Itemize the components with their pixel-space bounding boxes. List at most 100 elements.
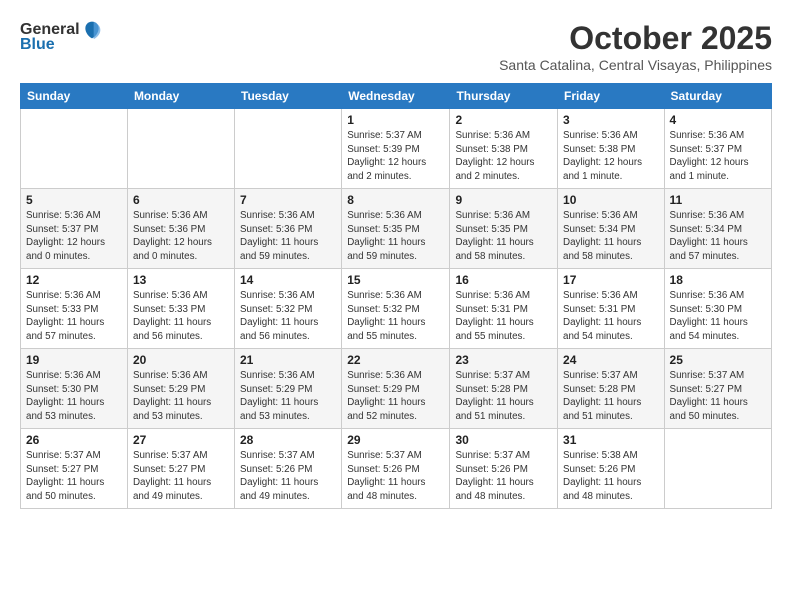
day-info: Sunrise: 5:36 AM Sunset: 5:37 PM Dayligh… — [26, 209, 122, 264]
day-info: Sunrise: 5:36 AM Sunset: 5:29 PM Dayligh… — [133, 369, 229, 424]
calendar-cell — [21, 109, 128, 189]
day-info: Sunrise: 5:36 AM Sunset: 5:36 PM Dayligh… — [133, 209, 229, 264]
calendar-cell: 24Sunrise: 5:37 AM Sunset: 5:28 PM Dayli… — [558, 349, 665, 429]
header: General Blue October 2025 Santa Catalina… — [20, 20, 772, 73]
calendar-cell — [664, 429, 771, 509]
day-number: 27 — [133, 433, 229, 447]
weekday-header-sunday: Sunday — [21, 84, 128, 109]
day-info: Sunrise: 5:36 AM Sunset: 5:38 PM Dayligh… — [455, 129, 552, 184]
day-number: 30 — [455, 433, 552, 447]
day-info: Sunrise: 5:36 AM Sunset: 5:34 PM Dayligh… — [563, 209, 659, 264]
calendar-cell: 13 Sunrise: 5:36 AM Sunset: 5:33 PM Dayli… — [127, 269, 234, 349]
day-info: Sunrise: 5:36 AM Sunset: 5:33 PM Dayligh… — [133, 289, 229, 344]
day-info: Sunrise: 5:37 AM Sunset: 5:27 PM Dayligh… — [133, 449, 229, 504]
day-number: 18 — [670, 273, 766, 287]
day-number: 2 — [455, 113, 552, 127]
calendar-cell: 14 Sunrise: 5:36 AM Sunset: 5:32 PM Dayli… — [235, 269, 342, 349]
day-number: 31 — [563, 433, 659, 447]
location-subtitle: Santa Catalina, Central Visayas, Philipp… — [499, 57, 772, 73]
day-info: Sunrise: 5:36 AM Sunset: 5:35 PM Dayligh… — [455, 209, 552, 264]
day-info: Sunrise: 5:36 AM Sunset: 5:32 PM Dayligh… — [347, 289, 444, 344]
calendar-cell: 19Sunrise: 5:36 AM Sunset: 5:30 PM Dayli… — [21, 349, 128, 429]
day-number: 12 — [26, 273, 122, 287]
day-info: Sunrise: 5:36 AM Sunset: 5:29 PM Dayligh… — [347, 369, 444, 424]
weekday-header-wednesday: Wednesday — [342, 84, 450, 109]
weekday-header-monday: Monday — [127, 84, 234, 109]
day-number: 6 — [133, 193, 229, 207]
day-info: Sunrise: 5:36 AM Sunset: 5:34 PM Dayligh… — [670, 209, 766, 264]
calendar-cell: 2 Sunrise: 5:36 AM Sunset: 5:38 PM Daylig… — [450, 109, 558, 189]
calendar-week-row: 26 Sunrise: 5:37 AM Sunset: 5:27 PM Dayli… — [21, 429, 772, 509]
day-info: Sunrise: 5:37 AM Sunset: 5:39 PM Dayligh… — [347, 129, 444, 184]
day-info: Sunrise: 5:36 AM Sunset: 5:36 PM Dayligh… — [240, 209, 336, 264]
calendar-cell: 15 Sunrise: 5:36 AM Sunset: 5:32 PM Dayli… — [342, 269, 450, 349]
calendar-cell: 29 Sunrise: 5:37 AM Sunset: 5:26 PM Dayli… — [342, 429, 450, 509]
calendar-week-row: 12 Sunrise: 5:36 AM Sunset: 5:33 PM Dayli… — [21, 269, 772, 349]
calendar-table: SundayMondayTuesdayWednesdayThursdayFrid… — [20, 83, 772, 509]
day-number: 9 — [455, 193, 552, 207]
day-info: Sunrise: 5:36 AM Sunset: 5:38 PM Dayligh… — [563, 129, 659, 184]
day-number: 29 — [347, 433, 444, 447]
day-number: 17 — [563, 273, 659, 287]
day-number: 7 — [240, 193, 336, 207]
day-info: Sunrise: 5:36 AM Sunset: 5:29 PM Dayligh… — [240, 369, 336, 424]
day-number: 19 — [26, 353, 122, 367]
weekday-header-thursday: Thursday — [450, 84, 558, 109]
calendar-cell: 6 Sunrise: 5:36 AM Sunset: 5:36 PM Daylig… — [127, 189, 234, 269]
day-number: 4 — [670, 113, 766, 127]
weekday-header-friday: Friday — [558, 84, 665, 109]
day-number: 13 — [133, 273, 229, 287]
calendar-cell — [235, 109, 342, 189]
day-info: Sunrise: 5:37 AM Sunset: 5:27 PM Dayligh… — [670, 369, 766, 424]
day-number: 25 — [670, 353, 766, 367]
calendar-cell: 8 Sunrise: 5:36 AM Sunset: 5:35 PM Daylig… — [342, 189, 450, 269]
day-number: 10 — [563, 193, 659, 207]
calendar-cell: 25 Sunrise: 5:37 AM Sunset: 5:27 PM Dayli… — [664, 349, 771, 429]
day-number: 20 — [133, 353, 229, 367]
day-number: 11 — [670, 193, 766, 207]
day-info: Sunrise: 5:36 AM Sunset: 5:35 PM Dayligh… — [347, 209, 444, 264]
calendar-cell — [127, 109, 234, 189]
day-info: Sunrise: 5:37 AM Sunset: 5:26 PM Dayligh… — [347, 449, 444, 504]
weekday-header-row: SundayMondayTuesdayWednesdayThursdayFrid… — [21, 84, 772, 109]
calendar-cell: 30 Sunrise: 5:37 AM Sunset: 5:26 PM Dayli… — [450, 429, 558, 509]
day-number: 3 — [563, 113, 659, 127]
calendar-week-row: 1Sunrise: 5:37 AM Sunset: 5:39 PM Daylig… — [21, 109, 772, 189]
calendar-cell: 7 Sunrise: 5:36 AM Sunset: 5:36 PM Daylig… — [235, 189, 342, 269]
day-info: Sunrise: 5:37 AM Sunset: 5:26 PM Dayligh… — [455, 449, 552, 504]
day-info: Sunrise: 5:37 AM Sunset: 5:28 PM Dayligh… — [563, 369, 659, 424]
logo: General Blue — [20, 20, 102, 54]
day-info: Sunrise: 5:36 AM Sunset: 5:32 PM Dayligh… — [240, 289, 336, 344]
day-info: Sunrise: 5:36 AM Sunset: 5:31 PM Dayligh… — [455, 289, 552, 344]
calendar-cell: 23Sunrise: 5:37 AM Sunset: 5:28 PM Dayli… — [450, 349, 558, 429]
calendar-cell: 20 Sunrise: 5:36 AM Sunset: 5:29 PM Dayli… — [127, 349, 234, 429]
calendar-cell: 28Sunrise: 5:37 AM Sunset: 5:26 PM Dayli… — [235, 429, 342, 509]
calendar-cell: 1Sunrise: 5:37 AM Sunset: 5:39 PM Daylig… — [342, 109, 450, 189]
day-number: 16 — [455, 273, 552, 287]
calendar-cell: 3 Sunrise: 5:36 AM Sunset: 5:38 PM Daylig… — [558, 109, 665, 189]
calendar-cell: 10 Sunrise: 5:36 AM Sunset: 5:34 PM Dayli… — [558, 189, 665, 269]
calendar-cell: 17Sunrise: 5:36 AM Sunset: 5:31 PM Dayli… — [558, 269, 665, 349]
day-info: Sunrise: 5:36 AM Sunset: 5:33 PM Dayligh… — [26, 289, 122, 344]
calendar-week-row: 19Sunrise: 5:36 AM Sunset: 5:30 PM Dayli… — [21, 349, 772, 429]
day-number: 26 — [26, 433, 122, 447]
day-number: 14 — [240, 273, 336, 287]
calendar-cell: 5 Sunrise: 5:36 AM Sunset: 5:37 PM Daylig… — [21, 189, 128, 269]
day-info: Sunrise: 5:36 AM Sunset: 5:37 PM Dayligh… — [670, 129, 766, 184]
day-number: 28 — [240, 433, 336, 447]
calendar-cell: 18 Sunrise: 5:36 AM Sunset: 5:30 PM Dayli… — [664, 269, 771, 349]
page: General Blue October 2025 Santa Catalina… — [0, 0, 792, 612]
day-number: 15 — [347, 273, 444, 287]
logo-blue-text: Blue — [20, 36, 55, 54]
day-info: Sunrise: 5:36 AM Sunset: 5:30 PM Dayligh… — [670, 289, 766, 344]
calendar-cell: 22 Sunrise: 5:36 AM Sunset: 5:29 PM Dayli… — [342, 349, 450, 429]
day-number: 5 — [26, 193, 122, 207]
calendar-cell: 4 Sunrise: 5:36 AM Sunset: 5:37 PM Daylig… — [664, 109, 771, 189]
day-number: 21 — [240, 353, 336, 367]
day-info: Sunrise: 5:38 AM Sunset: 5:26 PM Dayligh… — [563, 449, 659, 504]
day-number: 8 — [347, 193, 444, 207]
day-number: 22 — [347, 353, 444, 367]
day-info: Sunrise: 5:37 AM Sunset: 5:28 PM Dayligh… — [455, 369, 552, 424]
calendar-week-row: 5 Sunrise: 5:36 AM Sunset: 5:37 PM Daylig… — [21, 189, 772, 269]
weekday-header-saturday: Saturday — [664, 84, 771, 109]
